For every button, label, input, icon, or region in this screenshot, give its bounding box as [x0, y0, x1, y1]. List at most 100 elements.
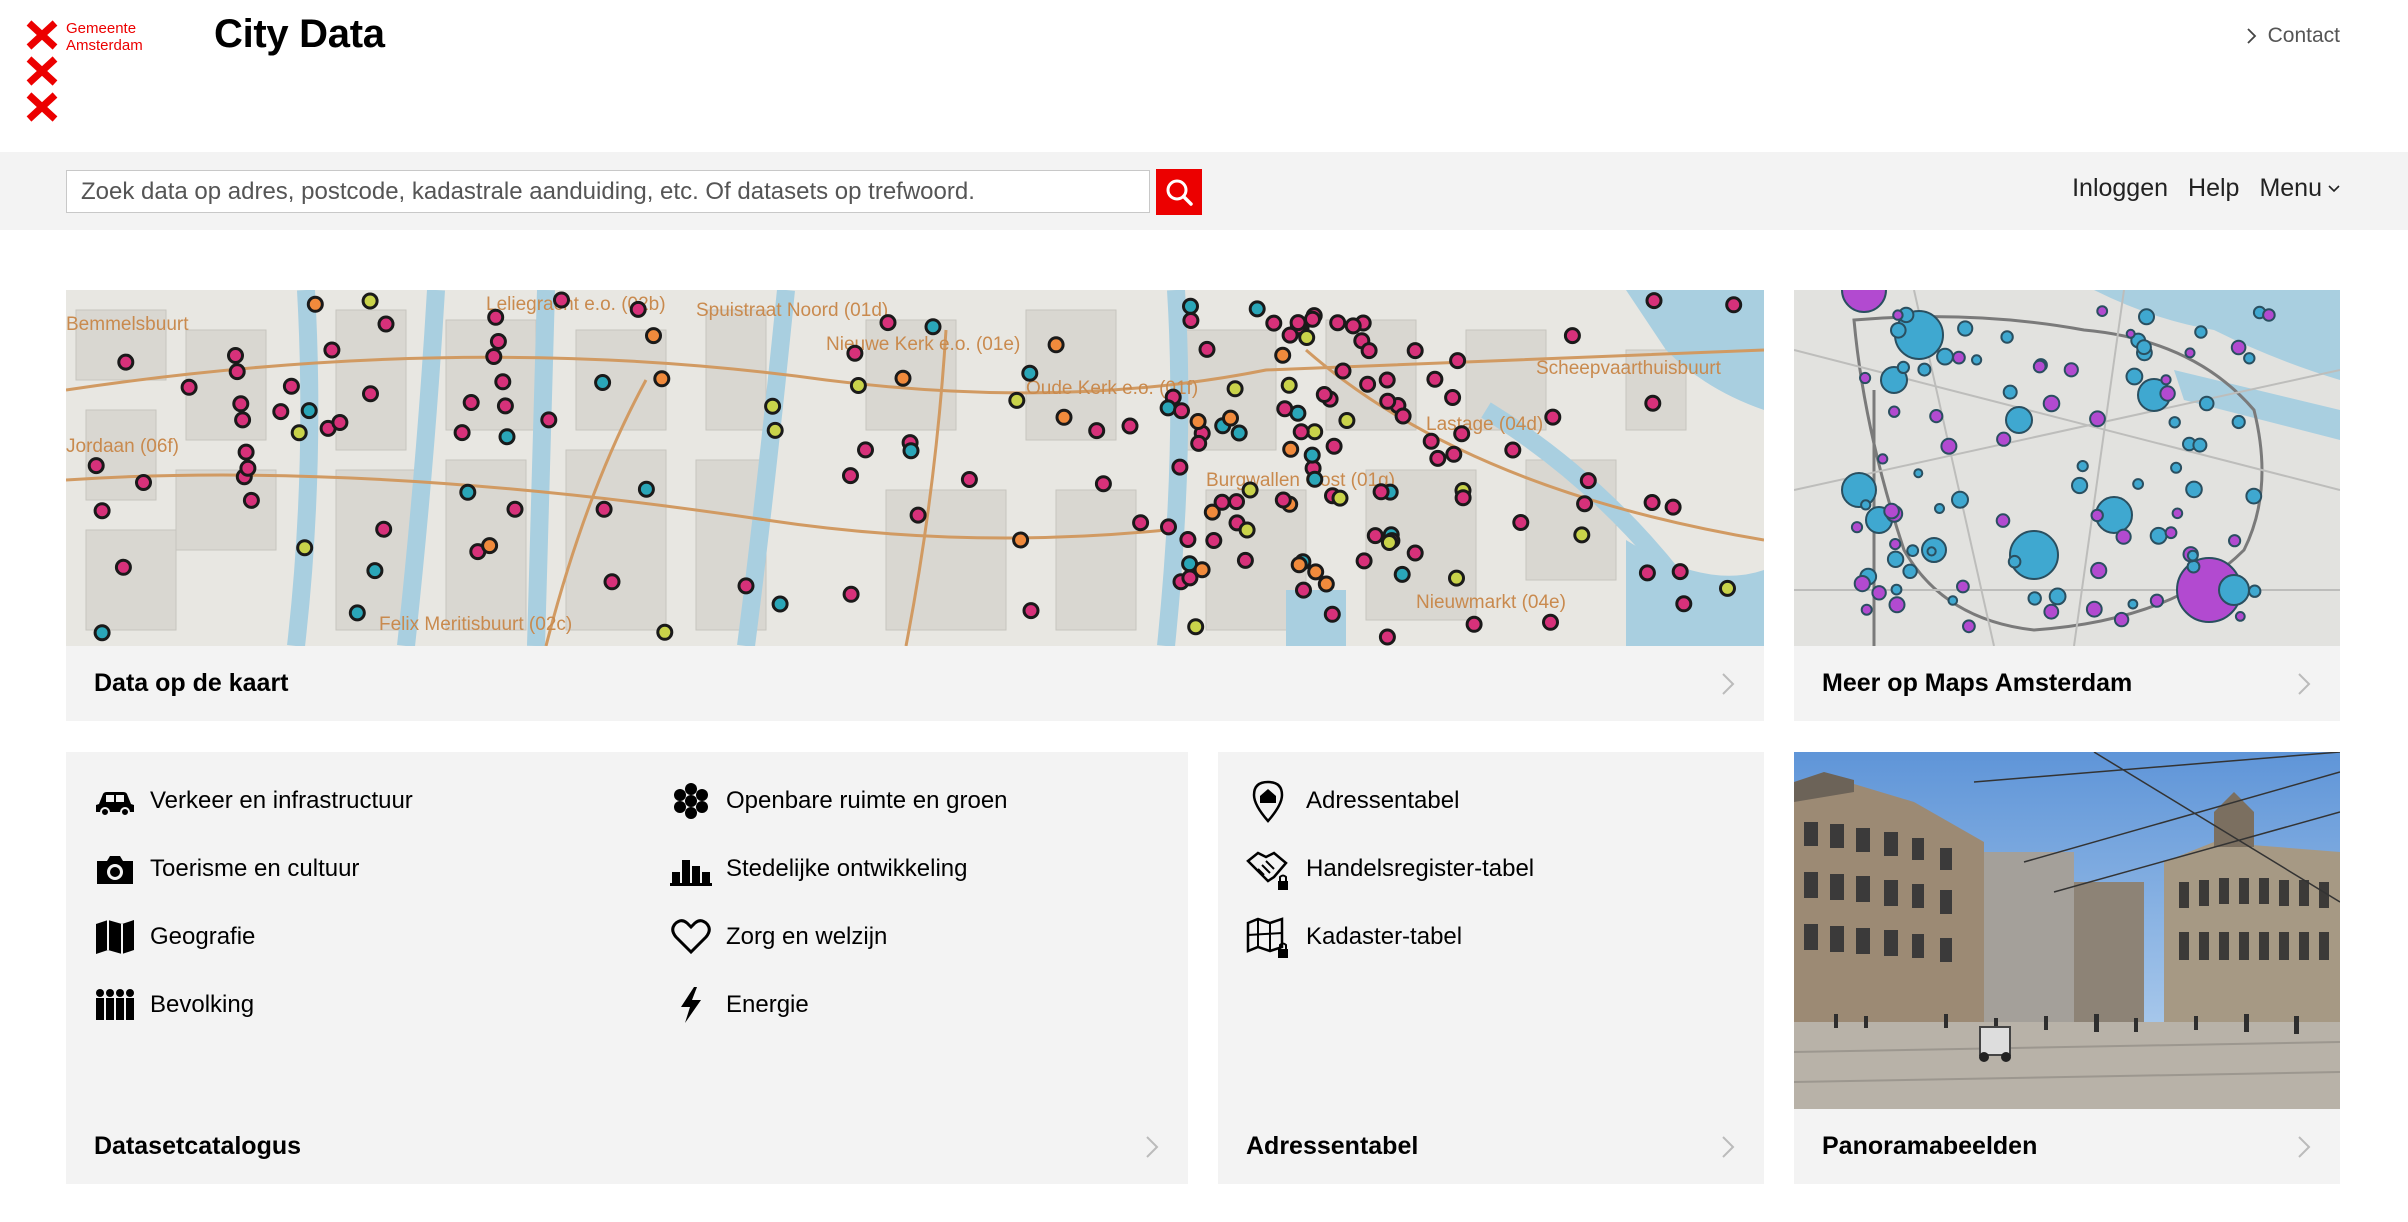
- map-marker: [1193, 561, 1211, 579]
- map-marker: [1453, 425, 1471, 443]
- map-marker: [2125, 367, 2144, 386]
- map-marker: [1573, 526, 1591, 544]
- tile-footer: Adressentabel: [1218, 1109, 1764, 1184]
- theme-toerisme-en-cultuur[interactable]: Toerisme en cultuur: [94, 848, 670, 890]
- map-marker: [879, 314, 897, 332]
- map-marker: [2230, 339, 2247, 356]
- tile-title: Meer op Maps Amsterdam: [1822, 669, 2133, 697]
- map-marker: [1021, 364, 1039, 382]
- flower-icon: [674, 783, 708, 819]
- map-marker: [93, 624, 111, 642]
- map-marker: [2132, 478, 2145, 490]
- map-marker: [653, 370, 671, 388]
- menu-button[interactable]: Menu: [2259, 174, 2340, 203]
- search-bar: Inloggen Help Menu: [0, 152, 2408, 230]
- map-marker: [2048, 587, 2067, 606]
- link-adressentabel[interactable]: Adressentabel: [1246, 780, 1534, 823]
- panoramabeelden-tile[interactable]: Panoramabeelden: [1794, 752, 2340, 1184]
- theme-geografie[interactable]: Geografie: [94, 916, 670, 958]
- map-marker: [1645, 292, 1663, 310]
- map-marker: [1355, 552, 1373, 570]
- theme-energie[interactable]: Energie: [670, 984, 1170, 1026]
- theme-openbare-ruimte-en-groen[interactable]: Openbare ruimte en groen: [670, 780, 1170, 822]
- people-icon: [96, 989, 134, 1020]
- map-marker: [2009, 530, 2059, 580]
- map-icon: [96, 920, 134, 954]
- tile-title: Datasetcatalogus: [94, 1132, 302, 1160]
- map-marker: [1171, 458, 1189, 476]
- datasetcatalogus-tile[interactable]: Verkeer en infrastructuur Openbare ruimt…: [66, 752, 1188, 1184]
- map-label: Jordaan (06f): [66, 436, 179, 457]
- map-marker: [2192, 437, 2208, 453]
- data-op-de-kaart-tile[interactable]: Bemmelsbuurt Jordaan (06f) Leliegracht e…: [66, 290, 1764, 721]
- map-marker: [487, 308, 505, 326]
- map-marker: [87, 457, 105, 475]
- map-marker: [1189, 413, 1207, 430]
- contact-link[interactable]: Contact: [2246, 24, 2340, 48]
- chevron-down-icon: [2328, 184, 2340, 192]
- map-marker: [1338, 412, 1356, 429]
- map-marker: [485, 348, 503, 365]
- map-marker: [1444, 389, 1462, 406]
- map-marker: [595, 500, 613, 518]
- map-marker: [1883, 502, 1900, 520]
- theme-label: Bevolking: [150, 991, 255, 1018]
- table-link-label: Adressentabel: [1306, 787, 1460, 814]
- map-marker: [2002, 384, 2018, 400]
- link-handelsregister-tabel[interactable]: Handelsregister-tabel: [1246, 848, 1534, 890]
- map-marker: [1579, 472, 1597, 490]
- map-marker: [1307, 563, 1325, 581]
- map-marker: [1725, 296, 1743, 314]
- map-marker: [2185, 480, 2203, 499]
- map-marker: [1951, 490, 1969, 509]
- map-marker: [2159, 385, 2176, 402]
- map-marker: [1344, 317, 1362, 335]
- map-marker: [902, 442, 920, 460]
- map-marker: [323, 341, 341, 359]
- gemeente-amsterdam-logo[interactable]: Gemeente Amsterdam: [26, 20, 176, 124]
- map-marker: [272, 403, 290, 421]
- map-marker: [1213, 493, 1231, 511]
- map-marker: [737, 577, 755, 595]
- login-link[interactable]: Inloggen: [2072, 174, 2168, 203]
- map-marker: [1449, 352, 1467, 370]
- map-marker: [1394, 407, 1412, 425]
- chevron-right-icon: [2246, 28, 2256, 44]
- tile-footer: Datasetcatalogus: [66, 1109, 1188, 1184]
- heart-icon: [671, 919, 711, 955]
- map-marker: [1465, 615, 1483, 633]
- map-marker: [300, 402, 318, 420]
- map-marker: [1902, 563, 1918, 579]
- map-marker: [1190, 434, 1208, 452]
- map-marker: [1222, 409, 1239, 427]
- map-marker: [1055, 408, 1073, 426]
- map-marker: [2164, 526, 2178, 540]
- map-marker: [1886, 550, 1905, 568]
- search-input[interactable]: [66, 170, 1150, 213]
- map-marker: [1047, 336, 1065, 354]
- help-link[interactable]: Help: [2188, 174, 2239, 203]
- map-marker: [1936, 347, 1954, 366]
- map-marker: [228, 363, 246, 381]
- theme-zorg-en-welzijn[interactable]: Zorg en welzijn: [670, 916, 1170, 958]
- maps-amsterdam-tile[interactable]: Meer op Maps Amsterdam: [1794, 290, 2340, 721]
- theme-bevolking[interactable]: Bevolking: [94, 984, 670, 1026]
- map-marker: [1671, 563, 1689, 581]
- map-marker: [1860, 499, 1872, 511]
- map-marker: [1913, 468, 1924, 479]
- search-button[interactable]: [1156, 169, 1202, 215]
- map-marker: [2248, 584, 2262, 598]
- link-kadaster-tabel[interactable]: Kadaster-tabel: [1246, 916, 1534, 958]
- map-marker: [1454, 489, 1472, 507]
- map-marker: [2063, 362, 2079, 378]
- panorama-preview-image: [1794, 752, 2340, 1109]
- city-map-illustration: Bemmelsbuurt Jordaan (06f) Leliegracht e…: [66, 290, 1764, 646]
- adressentabel-tile[interactable]: Adressentabel Handelsregister-tabel Kada…: [1218, 752, 1764, 1184]
- map-marker: [2194, 325, 2208, 339]
- theme-stedelijke-ontwikkeling[interactable]: Stedelijke ontwikkeling: [670, 848, 1170, 890]
- site-title[interactable]: City Data: [214, 12, 385, 57]
- map-marker: [2138, 308, 2155, 326]
- map-marker: [1306, 423, 1324, 441]
- theme-verkeer-en-infrastructuur[interactable]: Verkeer en infrastructuur: [94, 780, 670, 822]
- map-marker: [453, 424, 471, 442]
